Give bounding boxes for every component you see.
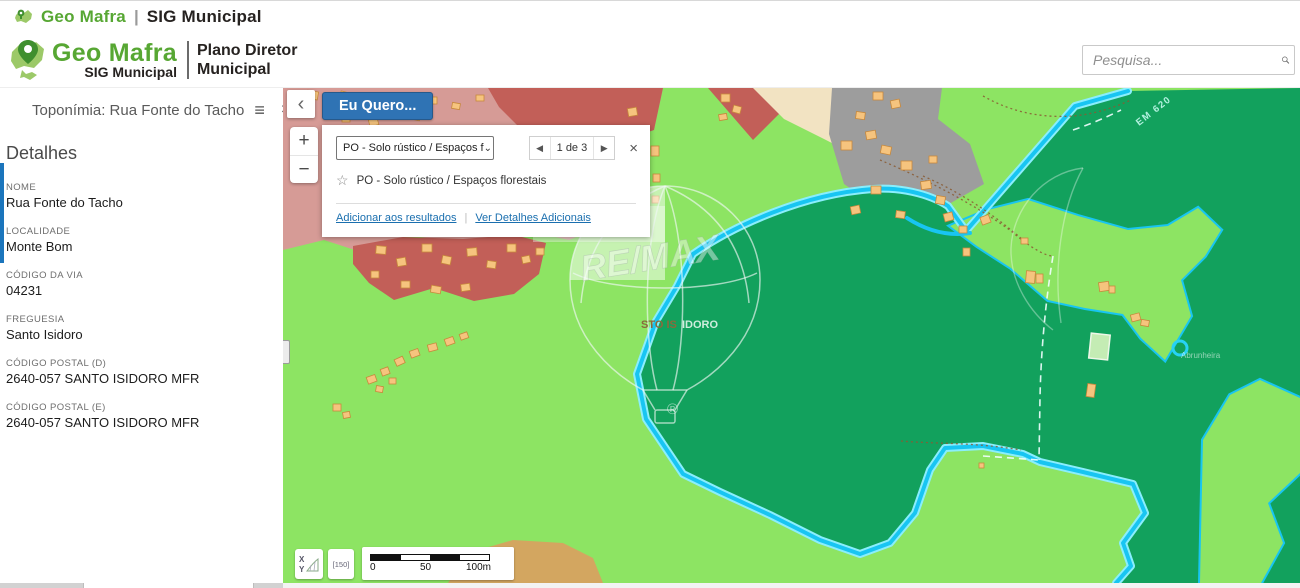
chevron-down-icon: ⌄ [484,143,492,154]
search-icon[interactable] [1281,47,1290,73]
favorite-star-icon[interactable]: ☆ [336,172,349,189]
field-label: CÓDIGO DA VIA [6,270,283,281]
tab-toponimia[interactable]: Toponímia: Rua Fonte ... [83,583,254,588]
field-value: Santo Isidoro [6,327,283,342]
place-label-isidoro: IDORO [682,319,719,331]
link-separator: | [464,212,467,224]
field-codigo-via: CÓDIGO DA VIA 04231 [6,270,283,298]
zoom-out-button[interactable]: − [290,155,318,183]
product-name: SIG Municipal [147,7,262,27]
layer-select-value: PO - Solo rústico / Espaços f [343,142,484,154]
svg-text:X: X [299,555,305,564]
scale-bar-segments [370,554,490,561]
top-brand-bar: Geo Mafra | SIG Municipal [0,0,1300,33]
field-freguesia: FREGUESIA Santo Isidoro [6,314,283,342]
brand-name: Geo Mafra [41,7,126,27]
popup-divider [336,203,636,204]
header-brand-sub: SIG Municipal [84,65,177,80]
add-to-results-link[interactable]: Adicionar aos resultados [336,212,456,224]
app-title-line2: Municipal [197,60,297,79]
panel-menu-icon[interactable]: ≡ [254,103,265,117]
geomafra-logo-icon [8,36,48,84]
svg-text:Y: Y [299,565,305,574]
field-label: FREGUESIA [6,314,283,325]
coordinates-widget-button[interactable]: X Y [295,549,323,579]
field-value: Rua Fonte do Tacho [6,195,283,210]
section-title: Detalhes [6,143,283,164]
field-label: NOME [6,182,283,193]
header-divider [187,41,189,79]
selection-indicator [0,163,4,263]
field-value: 04231 [6,283,283,298]
layer-select[interactable]: PO - Solo rústico / Espaços f ⌄ [336,136,494,160]
search-input[interactable] [1083,52,1281,68]
bottom-tab-strip: Layers Toponímia: Rua Fonte ... [0,583,283,588]
prev-result-button[interactable]: ◀ [530,143,550,154]
popup-close-icon[interactable]: × [629,140,638,157]
scale-tick-100: 100m [466,562,491,573]
brand-separator: | [134,7,139,27]
result-title: PO - Solo rústico / Espaços florestais [357,175,547,187]
scale-input-label: [150] [333,560,350,569]
place-label-faint: Abrunheira [1181,351,1221,360]
zoom-in-button[interactable]: + [290,127,318,155]
map-small-parcel [1089,333,1111,360]
field-localidade: LOCALIDADE Monte Bom [6,226,283,254]
next-result-button[interactable]: ▶ [594,143,614,154]
xy-coordinates-icon: X Y [298,553,320,575]
place-label-sto: STO IS [641,319,677,331]
view-details-link[interactable]: Ver Detalhes Adicionais [475,212,591,224]
field-label: CÓDIGO POSTAL (E) [6,402,283,413]
zoom-control: + − [290,127,318,183]
search-box [1082,45,1295,75]
field-value: 2640-057 SANTO ISIDORO MFR [6,415,283,430]
result-pager: ◀ 1 de 3 ▶ [529,136,616,160]
header-brand: Geo Mafra [52,41,177,65]
eu-quero-button[interactable]: Eu Quero... [322,92,433,120]
geomafra-small-logo-icon [13,6,35,28]
field-codigo-postal-d: CÓDIGO POSTAL (D) 2640-057 SANTO ISIDORO… [6,358,283,386]
field-value: 2640-057 SANTO ISIDORO MFR [6,371,283,386]
scale-tick-50: 50 [420,562,431,573]
tab-layers[interactable]: Layers [0,583,83,588]
field-value: Monte Bom [6,239,283,254]
field-nome: NOME Rua Fonte do Tacho [6,182,283,210]
identify-popup: PO - Solo rústico / Espaços f ⌄ ◀ 1 de 3… [322,125,650,237]
details-panel: Toponímia: Rua Fonte do Tacho ≡ × Detalh… [0,88,283,583]
field-codigo-postal-e: CÓDIGO POSTAL (E) 2640-057 SANTO ISIDORO… [6,402,283,430]
scale-bar: 0 50 100m [362,547,514,580]
panel-title: Toponímia: Rua Fonte do Tacho [32,102,244,119]
panel-resize-handle[interactable] [283,340,290,364]
scale-input-button[interactable]: [150] [328,549,354,579]
pager-position: 1 de 3 [550,137,595,159]
field-label: CÓDIGO POSTAL (D) [6,358,283,369]
collapse-panel-button[interactable]: ‹ [287,90,315,118]
scale-tick-0: 0 [370,562,376,573]
app-title-line1: Plano Diretor [197,41,297,60]
field-label: LOCALIDADE [6,226,283,237]
map-canvas[interactable]: RE/MAX ® STO IS IDORO Abrunheira EM 620 … [283,88,1300,583]
app-header: Geo Mafra SIG Municipal Plano Diretor Mu… [0,33,1300,88]
watermark-registered: ® [667,401,678,418]
